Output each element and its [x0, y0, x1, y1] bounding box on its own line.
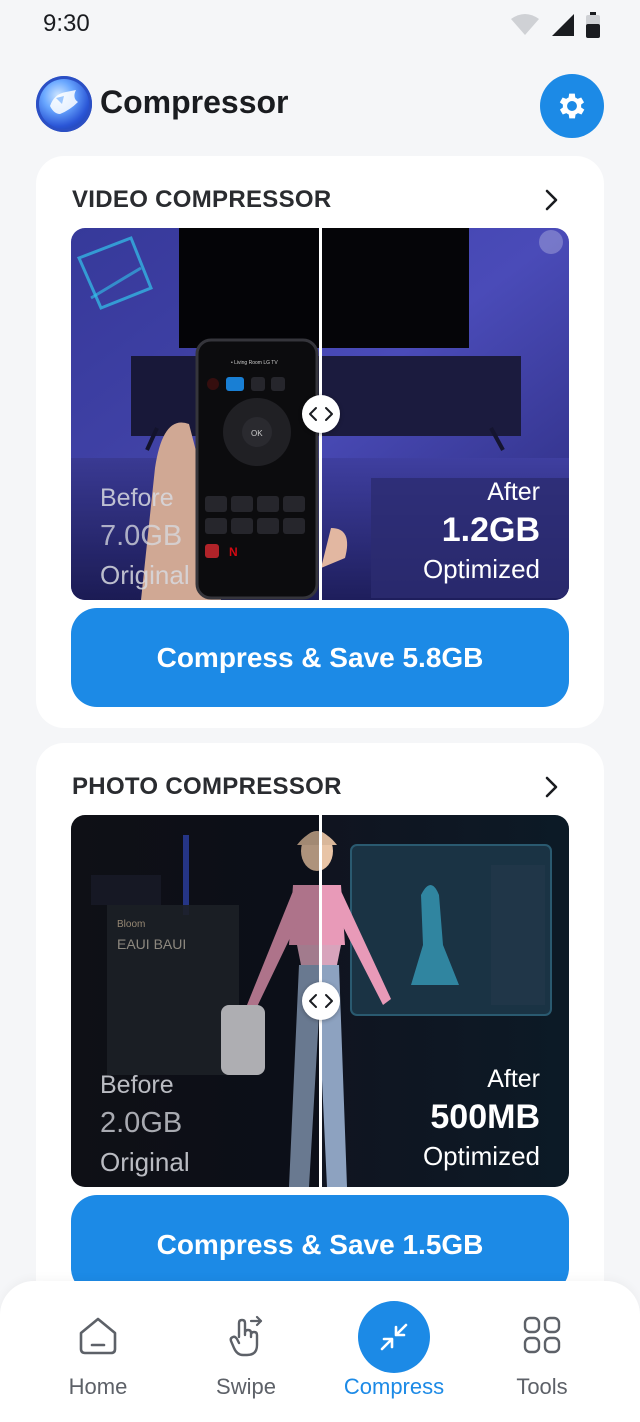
drag-arrows-icon: [309, 994, 333, 1008]
nav-label-swipe: Swipe: [216, 1374, 276, 1399]
compress-photo-button[interactable]: Compress & Save 1.5GB: [71, 1195, 569, 1294]
video-compare-slider[interactable]: • Living Room LG TV OK N Before 7.0GB Or…: [71, 228, 569, 600]
before-info: Before 7.0GB Original: [100, 480, 190, 594]
app-title: Compressor: [100, 84, 289, 120]
after-label: After: [487, 478, 540, 506]
video-compressor-title[interactable]: VIDEO COMPRESSOR: [72, 186, 332, 214]
tools-grid-icon: [523, 1316, 561, 1354]
chevron-right-icon[interactable]: [544, 188, 560, 212]
app-header: Compressor: [36, 74, 604, 138]
after-size: 500MB: [430, 1098, 540, 1136]
nav-item-swipe[interactable]: Swipe: [171, 1281, 321, 1422]
status-icons: [510, 12, 600, 38]
wifi-icon: [511, 14, 539, 35]
settings-button[interactable]: [540, 74, 604, 138]
nav-item-home[interactable]: Home: [23, 1281, 173, 1422]
compress-active-indicator: [358, 1301, 430, 1373]
compress-video-button[interactable]: Compress & Save 5.8GB: [71, 608, 569, 707]
before-label: Before: [100, 484, 174, 512]
drag-arrows-icon: [309, 407, 333, 421]
after-label: After: [487, 1065, 540, 1093]
chevron-right-icon[interactable]: [544, 775, 560, 799]
photo-compressor-card: PHOTO COMPRESSOR Bloom EAUI BAUI Before …: [36, 743, 604, 1343]
home-icon: [79, 1317, 117, 1355]
before-label: Before: [100, 1071, 174, 1099]
compare-drag-handle[interactable]: [302, 395, 340, 433]
photo-compressor-title[interactable]: PHOTO COMPRESSOR: [72, 773, 342, 801]
nav-item-compress[interactable]: Compress: [319, 1281, 469, 1422]
before-size: 7.0GB: [100, 520, 183, 552]
after-sub: Optimized: [422, 554, 540, 584]
gear-icon: [559, 93, 585, 119]
before-sub: Original: [100, 560, 190, 590]
compress-icon: [380, 1323, 408, 1351]
before-info: Before 2.0GB Original: [100, 1067, 190, 1181]
after-info: After 1.2GB Optimized: [423, 474, 540, 588]
cellular-signal-icon: [552, 14, 574, 36]
photo-compare-slider[interactable]: Bloom EAUI BAUI Before 2.0GB Original Af…: [71, 815, 569, 1187]
after-size: 1.2GB: [441, 511, 540, 549]
nav-label-tools: Tools: [516, 1374, 568, 1399]
battery-icon: [586, 12, 600, 38]
video-compressor-card: VIDEO COMPRESSOR • Living Room LG TV OK …: [36, 156, 604, 728]
nav-item-tools[interactable]: Tools: [467, 1281, 617, 1422]
status-bar: 9:30: [0, 0, 640, 52]
app-logo: [36, 76, 92, 132]
before-sub: Original: [100, 1147, 190, 1177]
status-time: 9:30: [43, 10, 90, 37]
before-size: 2.0GB: [100, 1107, 183, 1139]
compare-drag-handle[interactable]: [302, 982, 340, 1020]
after-sub: Optimized: [422, 1141, 540, 1171]
bottom-nav: Home Swipe Compress Tools: [0, 1281, 640, 1422]
nav-label-home: Home: [68, 1374, 128, 1399]
after-info: After 500MB Optimized: [423, 1061, 540, 1175]
swipe-hand-icon: [229, 1315, 263, 1357]
nav-label-compress: Compress: [343, 1374, 445, 1399]
